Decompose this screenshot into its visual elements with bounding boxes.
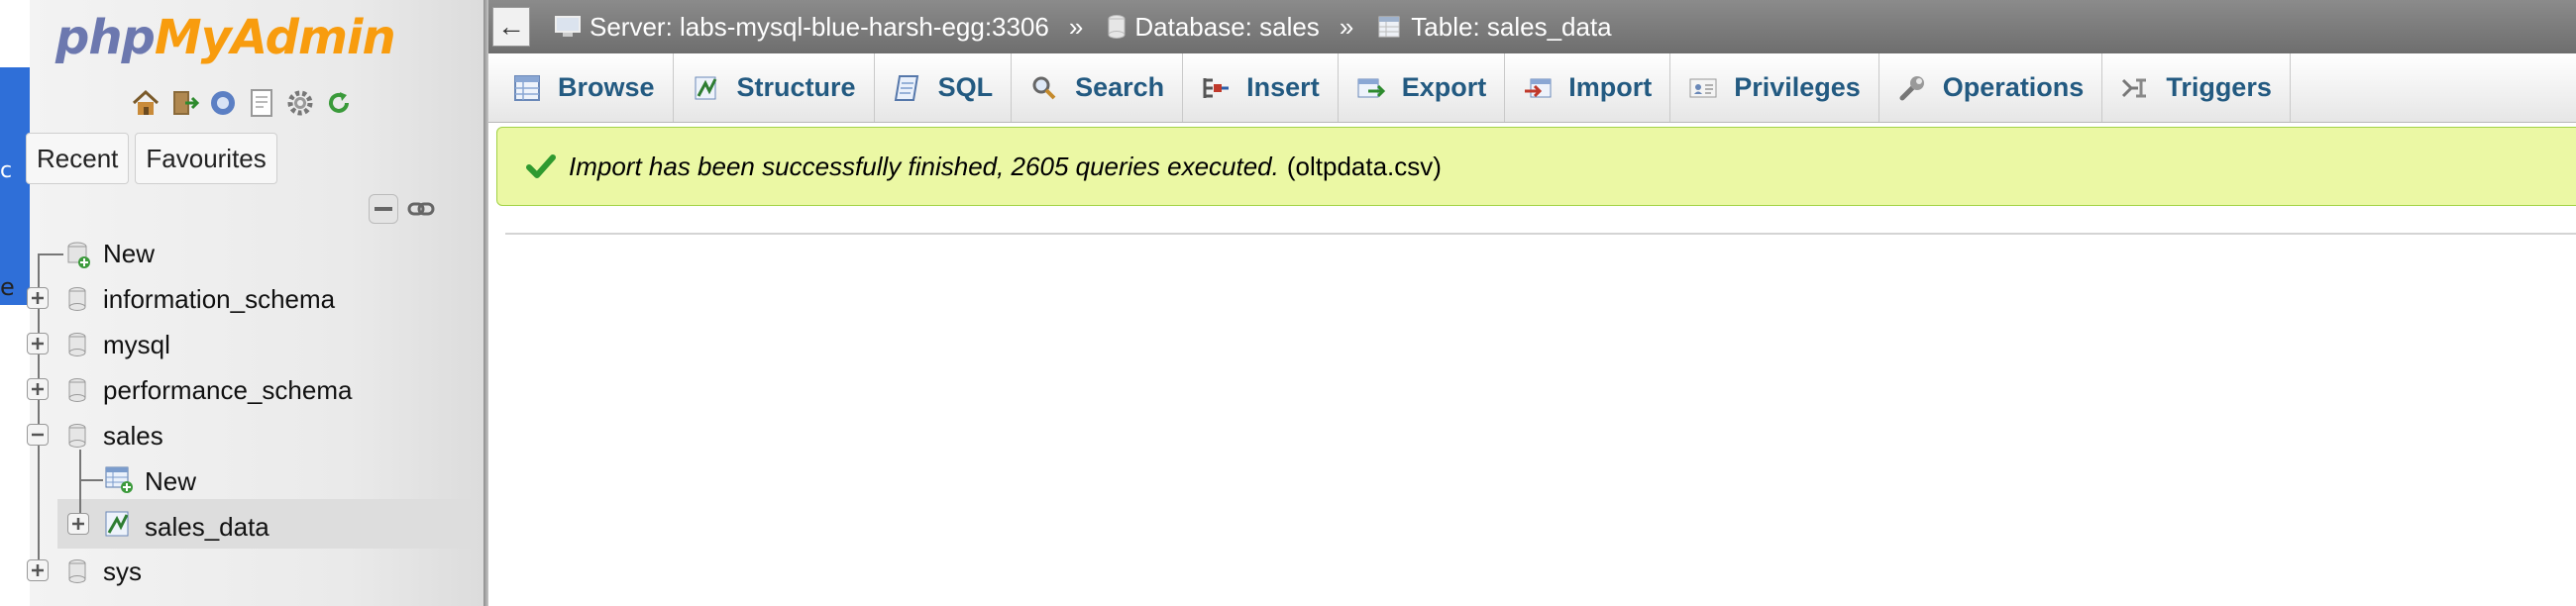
tab-label: Export [1401,72,1487,102]
search-icon [1029,73,1059,103]
tab-label: Import [1568,72,1653,102]
breadcrumb-server[interactable]: Server: labs-mysql-blue-harsh-egg:3306 [554,12,1049,43]
tab-sql[interactable]: SQL [875,53,1013,122]
divider [505,233,2576,235]
expand-icon[interactable] [27,559,49,581]
privileges-icon [1688,73,1718,103]
imported-file-name: (oltpdata.csv) [1286,151,1442,181]
table-structure-icon[interactable] [103,509,133,539]
database-icon [67,559,87,583]
sql-icon [893,73,922,103]
tree-item-sys[interactable]: sys [103,552,142,591]
tab-operations[interactable]: Operations [1879,53,2103,122]
new-database-icon[interactable] [67,242,90,268]
expand-icon[interactable] [27,333,49,354]
tab-import[interactable]: Import [1505,53,1671,122]
tree-item-label: sales [103,420,163,451]
tree-item-label: sys [103,556,142,586]
tab-search[interactable]: Search [1012,53,1184,122]
tab-label: Privileges [1734,72,1861,102]
import-icon [1523,73,1553,103]
tab-label: Insert [1246,72,1320,102]
breadcrumb-separator: » [1068,11,1084,42]
tree-item-information-schema[interactable]: information_schema [103,279,335,319]
tree-item-performance-schema[interactable]: performance_schema [103,370,352,410]
tree-item-label: performance_schema [103,374,353,405]
tab-insert[interactable]: Insert [1183,53,1339,122]
tab-export[interactable]: Export [1339,53,1506,122]
tree-item-mysql[interactable]: mysql [103,325,170,364]
tree-item-label: mysql [103,329,170,359]
database-icon [67,287,87,311]
tab-label: Browse [558,72,655,102]
database-tree: New information_schema mysql performance… [27,0,483,606]
expand-icon[interactable] [67,513,89,535]
database-icon [67,333,87,356]
breadcrumb: ← Server: labs-mysql-blue-harsh-egg:3306… [488,0,2576,53]
success-message: Import has been successfully finished, 2… [496,127,2576,206]
background-window: c e [0,0,30,606]
tab-label: SQL [937,72,994,102]
breadcrumb-separator: » [1339,11,1354,42]
wrench-icon [1897,73,1927,103]
breadcrumb-table-label: Table: sales_data [1411,11,1612,42]
tree-item-label: information_schema [103,283,336,314]
tab-browse[interactable]: Browse [488,53,674,122]
database-icon [67,378,87,402]
background-window-panel [0,67,30,305]
tab-privileges[interactable]: Privileges [1670,53,1879,122]
tree-item-sales[interactable]: sales [103,416,163,455]
tree-item-new-database[interactable]: New [103,234,155,273]
server-icon [555,16,581,37]
tree-item-sales-data[interactable]: sales_data [145,507,269,547]
table-menu-tabs: Browse Structure SQL Search Insert Expor… [488,53,2576,123]
background-window-text: c [0,158,13,183]
breadcrumb-database[interactable]: Database: sales [1107,11,1320,43]
breadcrumb-server-label: Server: labs-mysql-blue-harsh-egg:3306 [590,11,1049,42]
checkmark-icon [526,154,556,178]
tab-label: Structure [736,72,856,102]
expand-icon[interactable] [27,378,49,400]
table-icon [1378,16,1400,38]
back-button[interactable]: ← [492,7,530,47]
breadcrumb-database-label: Database: sales [1134,11,1320,42]
collapse-icon[interactable] [27,424,49,446]
tree-item-label: sales_data [145,511,269,542]
tab-triggers[interactable]: Triggers [2102,53,2291,122]
triggers-icon [2120,73,2150,103]
success-message-text: Import has been successfully finished, 2… [569,151,1279,181]
database-icon [67,424,87,448]
database-icon [1108,15,1126,39]
insert-icon [1201,73,1231,103]
tab-label: Triggers [2166,72,2272,102]
tree-item-label: New [145,465,197,496]
tree-item-label: New [103,238,156,268]
browse-icon [512,73,542,103]
tab-label: Operations [1942,72,2085,102]
new-table-icon[interactable] [105,465,135,495]
export-icon [1356,73,1386,103]
tab-label: Search [1075,72,1165,102]
structure-icon [692,73,721,103]
background-window-text: e [0,273,15,301]
expand-icon[interactable] [27,287,49,309]
tree-item-new-table[interactable]: New [145,461,196,501]
tab-structure[interactable]: Structure [674,53,875,122]
breadcrumb-table[interactable]: Table: sales_data [1377,11,1612,43]
